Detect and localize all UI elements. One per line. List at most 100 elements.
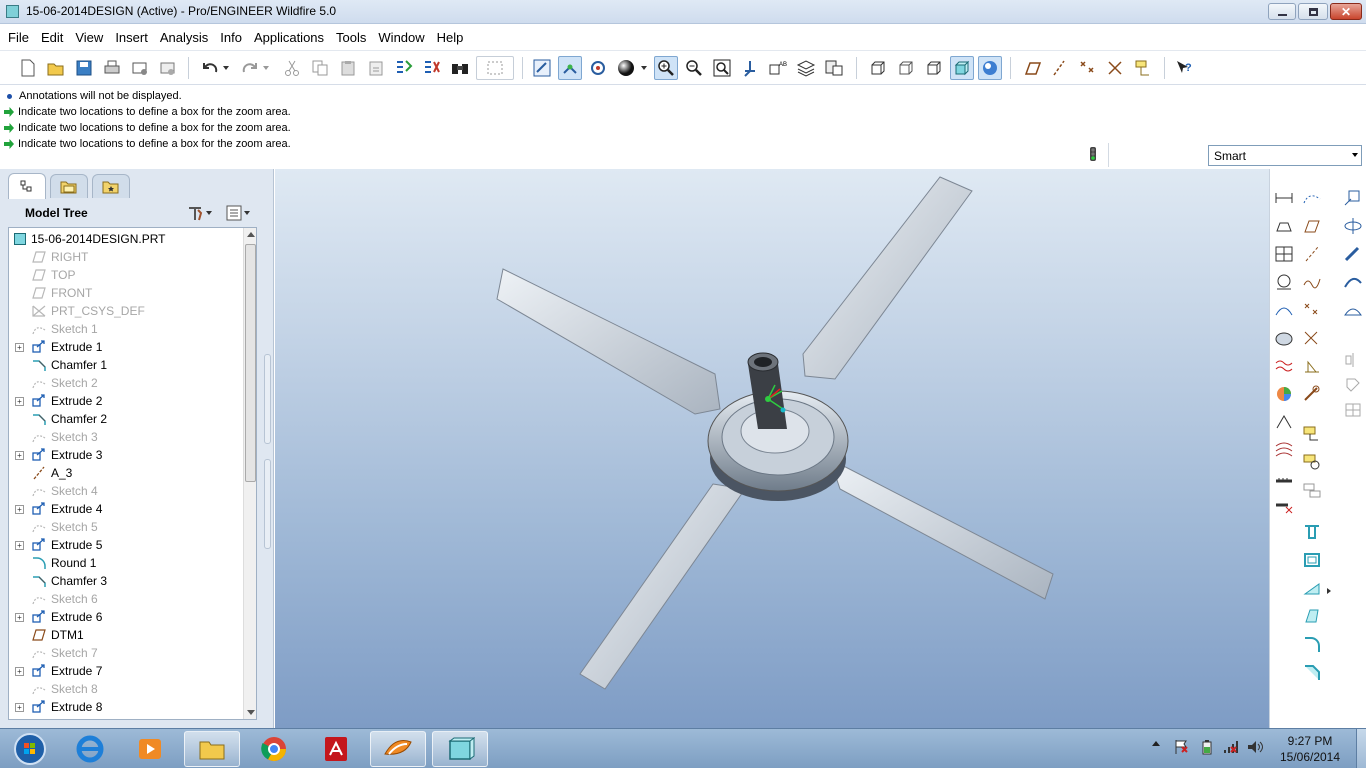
close-button[interactable]: ✕ <box>1330 3 1362 20</box>
menu-file[interactable]: File <box>2 25 35 51</box>
context-help-button[interactable]: ? <box>1172 56 1196 80</box>
analysis-feature-tool[interactable] <box>1301 355 1323 377</box>
tree-item[interactable]: FRONT <box>9 284 239 302</box>
view-manager-button[interactable] <box>822 56 846 80</box>
tree-item[interactable]: A_3 <box>9 464 239 482</box>
hole-tool[interactable] <box>1301 521 1323 543</box>
menu-view[interactable]: View <box>69 25 109 51</box>
csys-tool[interactable] <box>1301 327 1323 349</box>
tab-folder-browser[interactable] <box>50 174 88 198</box>
traffic-light-icon[interactable] <box>1086 145 1100 165</box>
new-file-button[interactable] <box>16 56 40 80</box>
select-box-button[interactable] <box>476 56 514 80</box>
system-clock[interactable]: 9:27 PM 15/06/2014 <box>1270 733 1350 765</box>
tree-item[interactable]: PRT_CSYS_DEF <box>9 302 239 320</box>
volume-icon[interactable] <box>1246 739 1264 755</box>
curvature-tool[interactable] <box>1273 299 1295 321</box>
menu-applications[interactable]: Applications <box>248 25 330 51</box>
menu-edit[interactable]: Edit <box>35 25 69 51</box>
redo-button[interactable] <box>238 56 262 80</box>
rib-dropdown[interactable] <box>1324 580 1334 602</box>
revolve-tool[interactable] <box>1342 215 1364 237</box>
tree-item[interactable]: + Extrude 3 <box>9 446 239 464</box>
menu-window[interactable]: Window <box>372 25 430 51</box>
chamfer-tool[interactable] <box>1301 661 1323 683</box>
regen-manager-button[interactable] <box>420 56 444 80</box>
tree-item[interactable]: Sketch 8 <box>9 680 239 698</box>
relation-tool[interactable] <box>1301 383 1323 405</box>
undo-dropdown[interactable] <box>220 56 232 80</box>
copy-button[interactable] <box>308 56 332 80</box>
saved-views-button[interactable]: AB <box>766 56 790 80</box>
menu-tools[interactable]: Tools <box>330 25 372 51</box>
graphics-window[interactable] <box>275 169 1269 728</box>
taskbar-app[interactable] <box>246 731 302 767</box>
tree-item[interactable]: Sketch 4 <box>9 482 239 500</box>
hidden-line-button[interactable] <box>894 56 918 80</box>
display-style-dropdown[interactable] <box>638 56 650 80</box>
tree-item[interactable]: Sketch 2 <box>9 374 239 392</box>
tree-root[interactable]: 15-06-2014DESIGN.PRT <box>9 230 239 248</box>
dihedral-tool[interactable] <box>1273 411 1295 433</box>
expand-icon[interactable]: + <box>15 666 24 676</box>
email-link-button[interactable] <box>156 56 180 80</box>
tab-favorites[interactable] <box>92 174 130 198</box>
measure-tool[interactable] <box>1273 467 1295 489</box>
open-button[interactable] <box>44 56 68 80</box>
taskbar-app[interactable] <box>122 731 178 767</box>
paste-special-button[interactable] <box>364 56 388 80</box>
tree-show-button[interactable] <box>226 203 258 223</box>
table-tool[interactable] <box>1273 243 1295 265</box>
expand-icon[interactable]: + <box>15 450 24 460</box>
orient-mode-button[interactable] <box>586 56 610 80</box>
refit-button[interactable] <box>710 56 734 80</box>
save-button[interactable] <box>72 56 96 80</box>
curve-tool[interactable] <box>1301 271 1323 293</box>
wireframe-button[interactable] <box>866 56 890 80</box>
tree-item[interactable]: Chamfer 3 <box>9 572 239 590</box>
symbol-tool[interactable] <box>1301 479 1323 501</box>
maximize-button[interactable] <box>1298 3 1328 20</box>
selection-filter-dropdown[interactable]: Smart <box>1208 145 1362 166</box>
tree-item[interactable]: TOP <box>9 266 239 284</box>
expand-icon[interactable]: + <box>15 702 24 712</box>
rib-tool[interactable] <box>1301 577 1323 599</box>
zoom-in-button[interactable] <box>654 56 678 80</box>
tree-item[interactable]: + Extrude 1 <box>9 338 239 356</box>
trim-tool[interactable] <box>1342 399 1364 421</box>
expand-icon[interactable]: + <box>15 396 24 406</box>
tree-item[interactable]: Sketch 7 <box>9 644 239 662</box>
point-tool[interactable] <box>1301 299 1323 321</box>
tree-item[interactable]: Chamfer 2 <box>9 410 239 428</box>
annotation-tool[interactable] <box>1301 423 1323 445</box>
panel-splitter[interactable] <box>264 354 271 444</box>
tree-item[interactable]: Sketch 6 <box>9 590 239 608</box>
taskbar-app[interactable] <box>370 731 426 767</box>
shell-feature-tool[interactable] <box>1301 549 1323 571</box>
measure-remove-tool[interactable] <box>1273 495 1295 517</box>
sketch-tool[interactable] <box>1301 187 1323 209</box>
battery-icon[interactable] <box>1200 739 1214 755</box>
plane-tool[interactable] <box>1301 215 1323 237</box>
tab-model-tree[interactable] <box>8 173 46 199</box>
merge-tool[interactable] <box>1342 373 1364 395</box>
axis-tool[interactable] <box>1301 243 1323 265</box>
blend-tool[interactable] <box>1342 271 1364 293</box>
sweep-tool[interactable] <box>1342 243 1364 265</box>
display-style-button[interactable] <box>614 56 638 80</box>
deviation-tool[interactable] <box>1273 439 1295 461</box>
cut-button[interactable] <box>280 56 304 80</box>
color-analysis-tool[interactable] <box>1273 383 1295 405</box>
extrude-tool[interactable] <box>1273 215 1295 237</box>
draft-analysis-tool[interactable] <box>1273 327 1295 349</box>
tree-item[interactable]: Sketch 5 <box>9 518 239 536</box>
expand-icon[interactable]: + <box>15 612 24 622</box>
reorient-button[interactable] <box>738 56 762 80</box>
tree-item[interactable]: + Extrude 2 <box>9 392 239 410</box>
shading-button[interactable] <box>950 56 974 80</box>
find-button[interactable] <box>448 56 472 80</box>
repaint-button[interactable] <box>530 56 554 80</box>
menu-info[interactable]: Info <box>214 25 248 51</box>
taskbar-app[interactable] <box>432 731 488 767</box>
enhanced-realism-button[interactable] <box>978 56 1002 80</box>
